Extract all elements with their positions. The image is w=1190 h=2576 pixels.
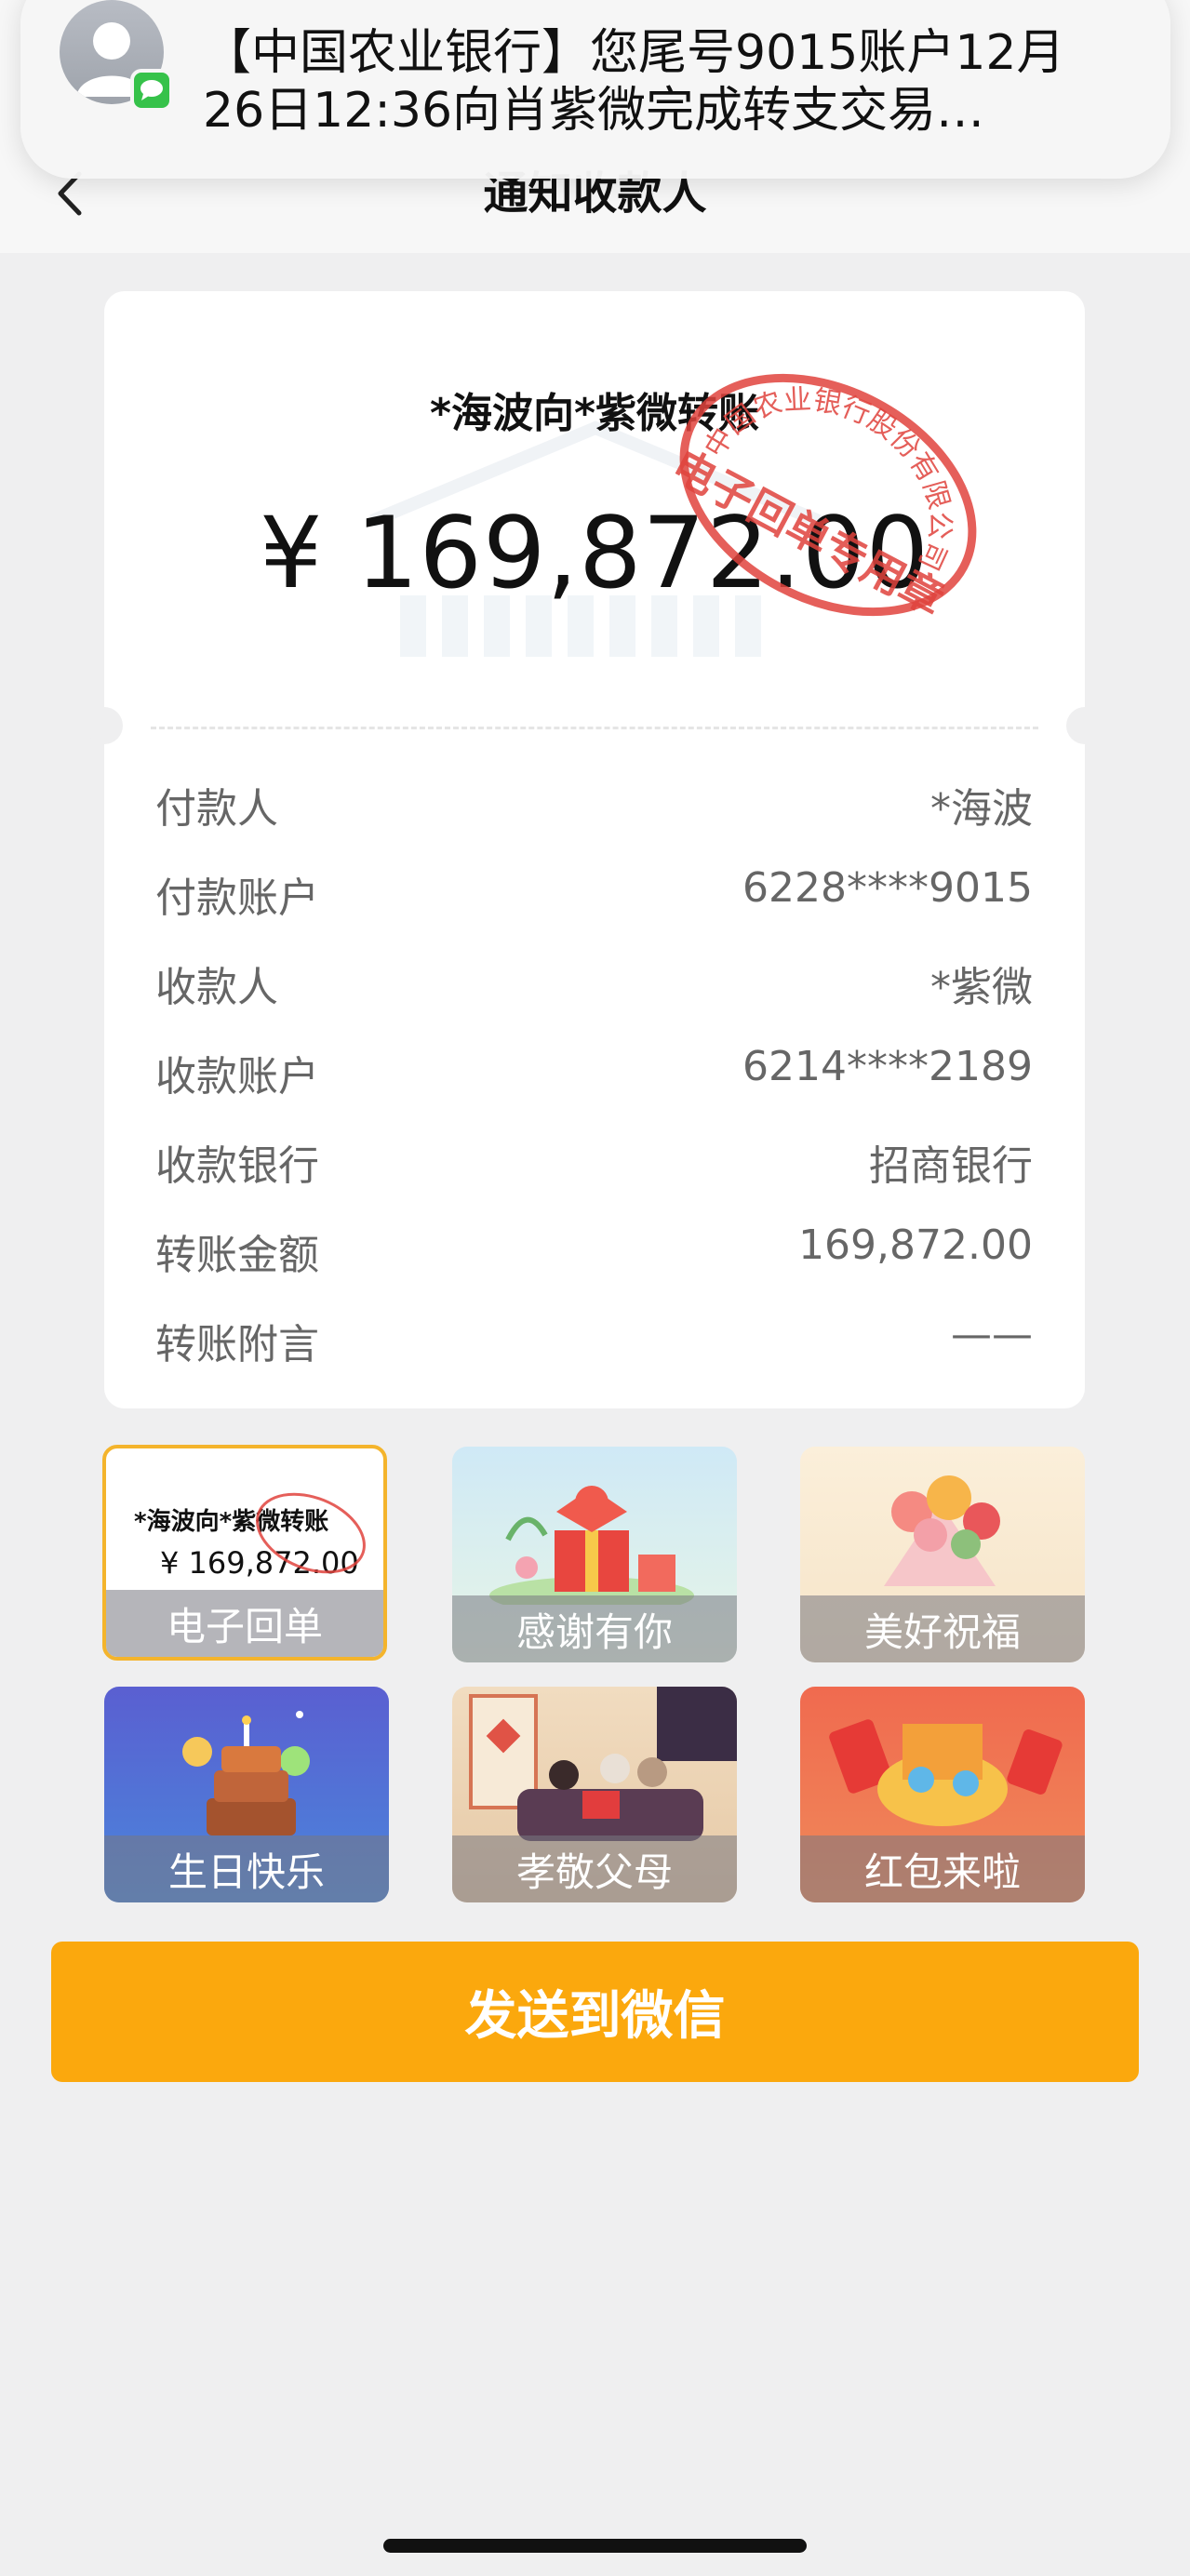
flower-bouquet-icon [884, 1475, 1000, 1586]
payee-account-value: 6214****2189 [742, 1043, 1033, 1090]
tile-label: 红包来啦 [800, 1835, 1085, 1902]
card-divider [151, 727, 1038, 729]
sms-notification-banner[interactable]: 95599 现在 【中国农业银行】您尾号9015账户12月26日12:36向肖紫… [20, 0, 1170, 179]
family-icon [469, 1687, 737, 1841]
card-notch-left [86, 707, 123, 744]
birthday-cake-icon [182, 1711, 310, 1835]
tile-label: 感谢有你 [452, 1595, 737, 1662]
transfer-amount-value: 169,872.00 [798, 1221, 1033, 1269]
tile-label: 生日快乐 [104, 1835, 389, 1902]
messages-icon [130, 69, 173, 112]
template-tile-red-envelope[interactable]: 红包来啦 [800, 1687, 1085, 1902]
payer-value: *海波 [930, 785, 1033, 833]
payee-bank-label: 收款银行 [155, 1142, 319, 1190]
bank-seal-stamp: 中国农业银行股份有限公司 电子回单专用章 [664, 346, 999, 625]
tile-label: 电子回单 [106, 1590, 383, 1657]
payer-label: 付款人 [155, 785, 278, 833]
send-to-wechat-button[interactable]: 发送到微信 [51, 1942, 1139, 2082]
payer-account-value: 6228****9015 [742, 864, 1033, 912]
template-tile-receipt[interactable]: *海波向*紫微转账 ¥ 169,872.00 电子回单 [102, 1445, 387, 1661]
payee-value: *紫微 [930, 964, 1033, 1011]
tile-label: 美好祝福 [800, 1595, 1085, 1662]
gift-box-icon [489, 1486, 694, 1605]
payee-label: 收款人 [155, 964, 278, 1011]
mini-seal-stamp [256, 1492, 366, 1574]
notification-text: 【中国农业银行】您尾号9015账户12月26日12:36向肖紫微完成转支交易… [203, 25, 1065, 139]
tile-label: 孝敬父母 [452, 1835, 737, 1902]
payer-account-label: 付款账户 [155, 874, 319, 922]
transfer-amount-label: 转账金额 [155, 1232, 319, 1279]
payee-bank-value: 招商银行 [869, 1142, 1033, 1190]
payee-account-label: 收款账户 [155, 1053, 319, 1101]
template-tile-blessing[interactable]: 美好祝福 [800, 1447, 1085, 1662]
transfer-note-value: —— [951, 1311, 1033, 1358]
card-notch-right [1066, 707, 1103, 744]
transfer-note-label: 转账附言 [155, 1321, 319, 1368]
template-tile-thanks[interactable]: 感谢有你 [452, 1447, 737, 1662]
template-tile-parents[interactable]: 孝敬父母 [452, 1687, 737, 1902]
template-tile-birthday[interactable]: 生日快乐 [104, 1687, 389, 1902]
home-indicator[interactable] [383, 2539, 807, 2553]
red-envelope-icon [829, 1719, 1063, 1826]
